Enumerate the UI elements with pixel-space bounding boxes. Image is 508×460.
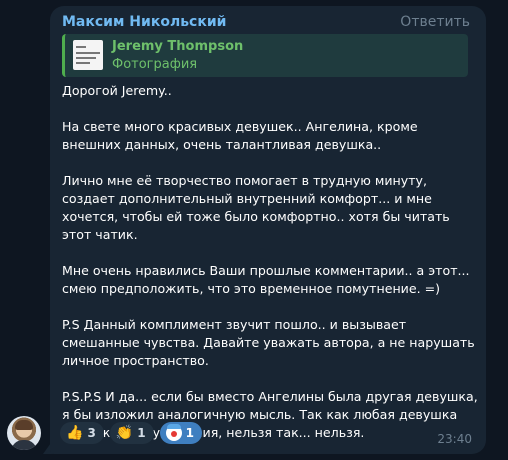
quote-author: Jeremy Thompson — [112, 39, 244, 54]
reaction-count: 1 — [185, 426, 194, 440]
sender-name[interactable]: Максим Никольский — [62, 14, 226, 30]
message-text: Дорогой Jeremy.. На свете много красивых… — [62, 82, 480, 460]
quote-photo-thumbnail — [73, 40, 103, 70]
message-time: 23:40 — [437, 432, 472, 446]
reply-button[interactable]: Ответить — [400, 14, 470, 30]
message-paragraph: На свете много красивых девушек.. Ангели… — [62, 119, 418, 152]
quote-type: Фотография — [112, 57, 198, 72]
message-paragraph: Дорогой Jeremy.. — [62, 83, 172, 98]
reaction-count: 3 — [87, 426, 96, 440]
reaction-clapping[interactable]: 👏 1 — [109, 422, 154, 444]
message-paragraph: Мне очень нравились Ваши прошлые коммент… — [62, 263, 470, 296]
message-paragraph: P.S Данный комплимент звучит пошло.. и в… — [62, 317, 475, 368]
thumbs-up-icon: 👍 — [66, 425, 84, 441]
message-paragraph: Лично мне её творчество помогает в трудн… — [62, 173, 450, 242]
reactions-bar: 👍 3 👏 1 1 — [60, 422, 202, 444]
reply-quote[interactable]: Jeremy Thompson Фотография — [62, 34, 468, 77]
avatar-hair — [15, 420, 33, 430]
message-bubble: Максим Никольский Ответить Jeremy Thomps… — [50, 6, 486, 454]
reaction-thumbs-up[interactable]: 👍 3 — [60, 422, 104, 444]
clapping-hands-icon: 👏 — [115, 425, 134, 441]
avatar-shirt — [11, 440, 37, 450]
reaction-count: 1 — [137, 426, 146, 440]
reaction-clown[interactable]: 1 — [159, 422, 202, 444]
sender-avatar[interactable] — [7, 416, 41, 450]
clown-face-icon — [165, 424, 182, 441]
